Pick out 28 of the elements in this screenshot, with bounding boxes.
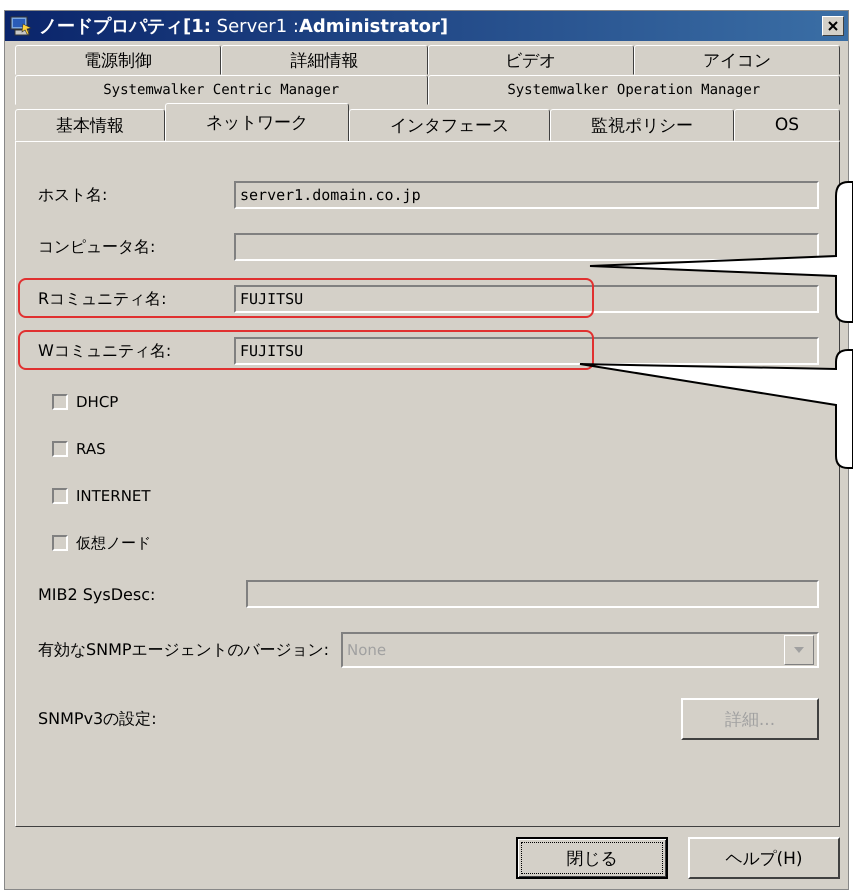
tab[interactable]: 詳細情報 [221, 45, 428, 75]
checkbox-label: DHCP [76, 393, 118, 411]
tab[interactable]: Systemwalker Operation Manager [428, 75, 840, 105]
checkbox-label: INTERNET [76, 487, 151, 505]
tab[interactable]: ネットワーク [164, 103, 349, 141]
input-field[interactable]: FUJITSU [234, 337, 819, 365]
tab[interactable]: ビデオ [428, 45, 634, 75]
tab[interactable]: 基本情報 [15, 109, 165, 141]
field-label: Wコミュニティ名: [38, 340, 172, 362]
field-label: Rコミュニティ名: [38, 288, 168, 310]
field-label: コンピュータ名: [38, 236, 156, 258]
dialog-button[interactable]: ヘルプ(H) [688, 837, 840, 879]
checkbox-label: RAS [76, 440, 106, 458]
field-label: 有効なSNMPエージェントのバージョン: [38, 640, 329, 660]
tab[interactable]: 電源制御 [15, 45, 222, 75]
input-field[interactable]: FUJITSU [234, 285, 819, 313]
field-label: MIB2 SysDesc: [38, 584, 156, 604]
dialog-button[interactable]: 閉じる [516, 837, 668, 879]
checkbox-label: 仮想ノード [76, 534, 151, 552]
tab[interactable]: OS [734, 109, 840, 141]
window-title: ノードプロパティ[1: Server1 :Administrator] [39, 15, 450, 38]
tab[interactable]: 監視ポリシー [550, 109, 734, 141]
field-label: SNMPv3の設定: [38, 708, 157, 730]
input-field[interactable]: server1.domain.co.jp [234, 181, 819, 209]
field-label: ホスト名: [38, 184, 108, 206]
tab[interactable]: Systemwalker Centric Manager [15, 75, 428, 105]
tab[interactable]: アイコン [634, 45, 840, 75]
tab[interactable]: インタフェース [348, 109, 550, 141]
